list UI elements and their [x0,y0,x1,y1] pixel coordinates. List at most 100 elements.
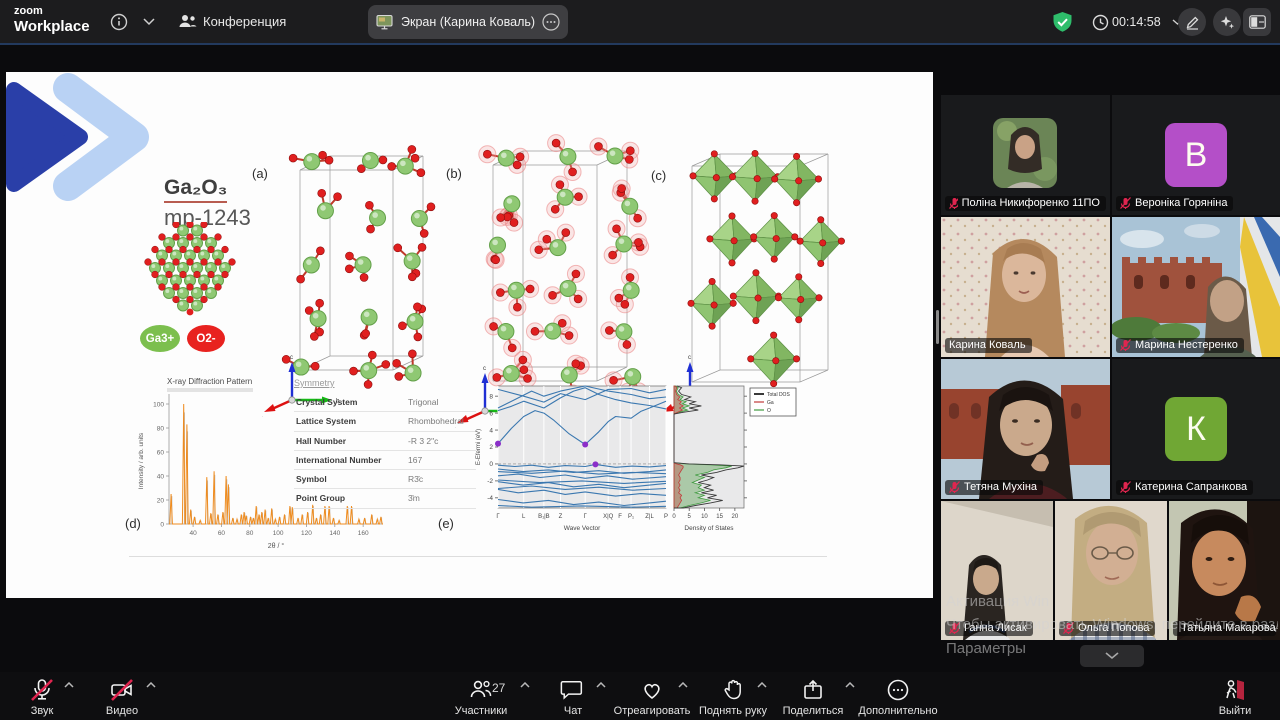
svg-text:0: 0 [489,461,493,468]
ai-companion-button[interactable] [1213,8,1241,36]
tab-more-icon[interactable] [542,13,560,31]
svg-text:20: 20 [732,514,739,520]
table-row: SymbolR3̄c [294,470,476,489]
audio-menu-chevron[interactable] [64,682,74,688]
muted-mic-icon [1120,197,1131,209]
svg-text:P₁: P₁ [628,514,634,520]
participant-tile[interactable]: Тетяна Мухіна [941,359,1110,499]
table-row: Lattice SystemRhombohedral [294,412,476,431]
svg-text:140: 140 [329,530,340,537]
participant-initial-avatar: B [1165,123,1227,187]
security-shield-icon[interactable] [1052,11,1073,34]
participant-name-badge: Тетяна Мухіна [945,480,1043,495]
material-title: Ga₂O₃ [164,176,227,203]
panel-label-e: (e) [438,516,454,531]
video-button[interactable]: Видео [92,672,152,717]
chevron-down-icon [1105,652,1119,660]
svg-text:-2: -2 [487,478,493,485]
pencil-icon [1185,15,1200,30]
raise-hand-menu-chevron[interactable] [757,682,767,688]
participant-tile[interactable]: Татьяна Макарова [1169,501,1280,640]
screen-share-icon [376,14,394,30]
svg-text:O: O [767,408,771,414]
symmetry-header: Symmetry [294,378,476,388]
svg-text:160: 160 [358,530,369,537]
participant-tile[interactable]: Ганна Лисак [941,501,1053,640]
layout-grid-icon [1249,15,1266,29]
svg-text:Γ: Γ [496,514,500,520]
share-screen-button[interactable]: Поделиться [773,672,853,717]
svg-text:c: c [290,355,293,361]
chevron-down-icon[interactable] [143,18,155,26]
screen-share-tab-label: Экран (Карина Коваль) [401,15,535,29]
svg-text:Wave Vector: Wave Vector [564,525,601,532]
muted-mic-icon [1063,622,1074,634]
sidebar-scrollbar[interactable] [936,310,939,344]
raised-hand-icon [720,677,746,703]
muted-mic-icon [949,481,960,493]
participant-video [1169,501,1280,640]
annotate-button[interactable] [1178,8,1206,36]
audio-button[interactable]: Звук [12,672,72,717]
meeting-timer: 00:14:58 [1112,15,1161,29]
symmetry-table: Symmetry Crystal SystemTrigonal Lattice … [294,378,476,509]
sparkle-icon [1219,14,1235,30]
more-button[interactable]: Дополнительно [848,672,948,717]
svg-text:P: P [664,514,668,520]
shared-screen-content: Ga₂O₃ mp-1243 Ga3+ O2- (a) (b) (c) (d) (… [6,72,933,598]
participant-tile[interactable]: B Вероніка Горяніна [1112,95,1280,215]
logo-line1: zoom [14,6,90,17]
svg-text:60: 60 [157,449,165,456]
svg-text:60: 60 [218,530,226,537]
svg-text:c: c [483,366,486,372]
svg-text:2θ / °: 2θ / ° [268,542,285,550]
svg-text:4: 4 [489,427,493,434]
chat-icon [560,677,586,703]
participant-video [1112,217,1280,357]
table-row: Crystal SystemTrigonal [294,393,476,412]
svg-text:Intensity / arb. units: Intensity / arb. units [138,432,145,489]
clock-icon [1092,14,1109,31]
participant-name-badge: Ольга Попова [1059,621,1155,636]
svg-text:80: 80 [246,530,254,537]
chat-button[interactable]: Чат [545,672,601,717]
zoom-workplace-logo: zoom Workplace [14,6,90,34]
participant-video [941,501,1053,640]
participant-tile[interactable]: Поліна Никифоренко 11ПО [941,95,1110,215]
muted-mic-icon [29,677,55,703]
participant-tile[interactable]: Ольга Попова [1055,501,1167,640]
svg-text:80: 80 [157,425,165,432]
screen-share-tab[interactable]: Экран (Карина Коваль) [368,5,568,39]
video-menu-chevron[interactable] [146,682,156,688]
zoom-app-window: zoom Workplace Конференция Экран (Карина… [0,0,1280,720]
participant-tile-active-speaker[interactable]: Карина Коваль [941,217,1110,357]
muted-mic-icon [1120,481,1131,493]
view-layout-button[interactable] [1243,8,1271,36]
participant-tile[interactable]: Марина Нестеренко [1112,217,1280,357]
info-icon[interactable] [110,13,128,31]
svg-text:0: 0 [160,521,164,528]
logo-line2: Workplace [14,19,90,34]
svg-text:0: 0 [672,514,676,520]
leave-meeting-icon [1222,677,1248,703]
slide-logo-arrows [6,72,156,202]
participant-tile[interactable]: К Катерина Сапранкова [1112,359,1280,499]
share-screen-icon [800,677,826,703]
meeting-tab-label[interactable]: Конференция [203,14,286,29]
collapse-thumbnails-button[interactable] [1080,645,1144,667]
muted-mic-icon [949,622,960,634]
slide-divider [129,556,827,557]
participants-menu-chevron[interactable] [520,682,530,688]
svg-text:Total DOS: Total DOS [767,392,790,398]
table-row: International Number167 [294,451,476,470]
shared-screen-accent-line [0,43,1280,45]
svg-text:B₁|B: B₁|B [538,514,550,520]
svg-text:c: c [688,355,691,361]
participant-name-badge: Катерина Сапранкова [1116,480,1253,495]
leave-button[interactable]: Выйти [1202,672,1268,717]
svg-text:Z: Z [559,514,563,520]
svg-text:Ga: Ga [767,400,774,406]
svg-text:6: 6 [489,410,493,417]
participants-button[interactable]: Участники [436,672,526,717]
raise-hand-button[interactable]: Поднять руку [685,672,781,717]
